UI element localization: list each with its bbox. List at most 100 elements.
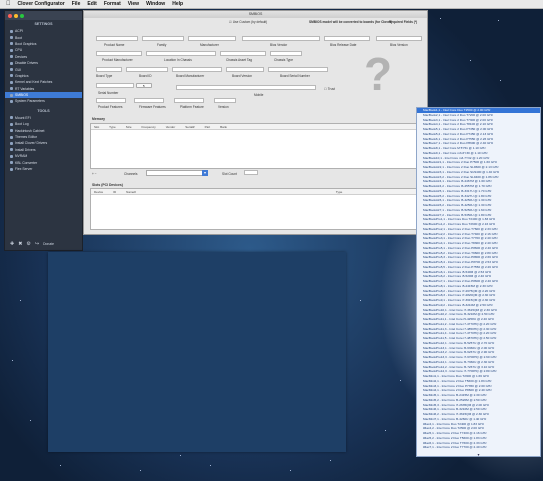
version-label: Version [218,105,229,109]
slot-count-field[interactable] [244,170,258,175]
star [470,60,471,61]
minus-icon[interactable]: ✖ [18,241,22,247]
smbios-model-popup-menu[interactable]: MacBook1,1 - Intel Core Duo T2500 @ 2.00… [416,107,541,457]
bios-version-field[interactable] [376,36,422,41]
manufacturer-field[interactable] [188,36,236,41]
slots-section-title: Slots (PCI Devices) [92,183,123,187]
product-name-label: Product Name [104,43,125,47]
board-serial-number-label: Board Serial Number [280,74,310,78]
popup-menu-item[interactable]: iMac7,1 - Intel Core 2 Duo T7700 @ 2.40 … [417,445,540,450]
chevron-down-icon: ▾ [202,170,208,176]
bios-release-date-label: Bios Release Date [330,43,357,47]
platform-feature-field[interactable] [174,98,204,103]
board-type-field[interactable] [96,67,122,72]
board-version-label: Board Version [232,74,253,78]
window-title: SMBIOS [84,11,427,18]
menu-edit[interactable]: Edit [87,1,96,7]
board-id-field[interactable] [126,67,168,72]
trust-checkbox[interactable]: ☐ Trust [324,87,335,91]
menu-view[interactable]: View [128,1,139,7]
plus-icon[interactable]: ✚ [10,241,14,247]
mobile-label: Mobile [254,93,264,97]
star [140,470,141,471]
sidebar-item-label: Boot [15,35,22,40]
sidebar-item-label: CPU [15,48,23,53]
zoom-window-button[interactable] [20,13,24,18]
sidebar-item-icon [10,48,13,52]
smbios-note: SMBIOS model will be converted to boards… [309,20,393,24]
memory-table[interactable]: Slot Type Size Frequency Vendor Serial# … [90,123,425,169]
menu-window[interactable]: Window [146,1,165,7]
menu-app-name[interactable]: Clover Configurator [18,1,65,7]
smuuid-field[interactable] [176,85,316,90]
sidebar-item-icon [10,74,13,78]
sidebar-footer: ✚ ✖ ⚙ ↪ Donate [5,238,82,250]
apple-menu-icon[interactable]:  [6,1,11,7]
sidebar-item-icon [10,68,13,72]
sidebar-section-settings: SETTINGS [34,22,53,26]
background-window [48,252,346,452]
use-custom-checkbox-label[interactable]: ☑ Use Custom (by default) [229,20,267,24]
product-manufacturer-label: Product Manufacturer [102,58,133,62]
sidebar-item-label: Kernel and Kext Patches [15,80,53,85]
star [360,300,361,301]
menu-bar:  Clover Configurator File Edit Format V… [0,0,543,9]
family-field[interactable] [142,36,184,41]
close-window-button[interactable] [8,13,12,18]
chassis-type-field[interactable] [270,51,302,56]
bios-release-date-field[interactable] [324,36,370,41]
donate-button[interactable]: Donate [43,242,54,246]
sidebar-tool-icon [10,141,13,145]
firmware-features-field[interactable] [134,98,164,103]
board-serial-number-field[interactable] [268,67,328,72]
sidebar-item-label: Disable Drivers [15,61,38,66]
sidebar-item-icon [10,80,13,84]
col-part: Part [204,124,211,129]
sidebar-item-icon [10,99,13,103]
chassis-asset-tag-field[interactable] [220,51,266,56]
col-bank: Bank [220,124,227,129]
sidebar-tool-label: KBL Converter [15,160,38,165]
gear-icon[interactable]: ⚙ [26,241,30,247]
star [12,360,13,361]
sidebar-item-icon [10,29,13,33]
sidebar-item-icon [10,42,13,46]
menu-format[interactable]: Format [104,1,121,7]
sidebar-tool-icon [10,135,13,139]
menu-file[interactable]: File [72,1,81,7]
sidebar-tool-label: Hackintosh Cabinet [15,128,45,133]
sidebar-item-label: System Parameters [15,99,45,104]
menu-help[interactable]: Help [172,1,183,7]
minimize-window-button[interactable] [14,13,18,18]
board-manufacturer-label: Board Manufacturer [176,74,205,78]
star [440,18,441,19]
sidebar-item-label: SMBIOS [15,93,29,98]
channels-dropdown[interactable]: ▾ [146,170,208,176]
sidebar-tool-flex-server[interactable]: Flex Server [5,166,82,172]
share-icon[interactable]: ↪ [35,241,39,247]
sidebar-item-label: ACPI [15,29,23,34]
sidebar-item-system-parameters[interactable]: System Parameters [5,98,82,104]
generate-button[interactable]: ↻ [136,83,152,88]
product-manufacturer-field[interactable] [96,51,142,56]
star [210,465,211,466]
version-field[interactable] [214,98,236,103]
board-manufacturer-field[interactable] [172,67,222,72]
board-version-field[interactable] [226,67,264,72]
sidebar-tool-icon [10,116,13,120]
star [385,430,386,431]
location-in-chassis-field[interactable] [146,51,216,56]
memory-section-title: Memory [92,117,106,121]
serial-number-field[interactable] [96,83,134,88]
serial-number-label: Serial Number [98,91,119,95]
product-features-field[interactable] [96,98,126,103]
star [20,300,21,301]
bios-vendor-field[interactable] [242,36,320,41]
add-remove-row-buttons[interactable]: + − [92,172,97,176]
channels-label: Channels [124,172,138,176]
sidebar-tool-label: Themes Editor [15,135,38,140]
scroll-down-icon[interactable]: ▾ [417,452,540,456]
slots-table[interactable]: Device ID Name# Type [90,188,425,230]
chassis-asset-tag-label: Chassis Asset Tag [226,58,252,62]
product-name-field[interactable] [96,36,138,41]
